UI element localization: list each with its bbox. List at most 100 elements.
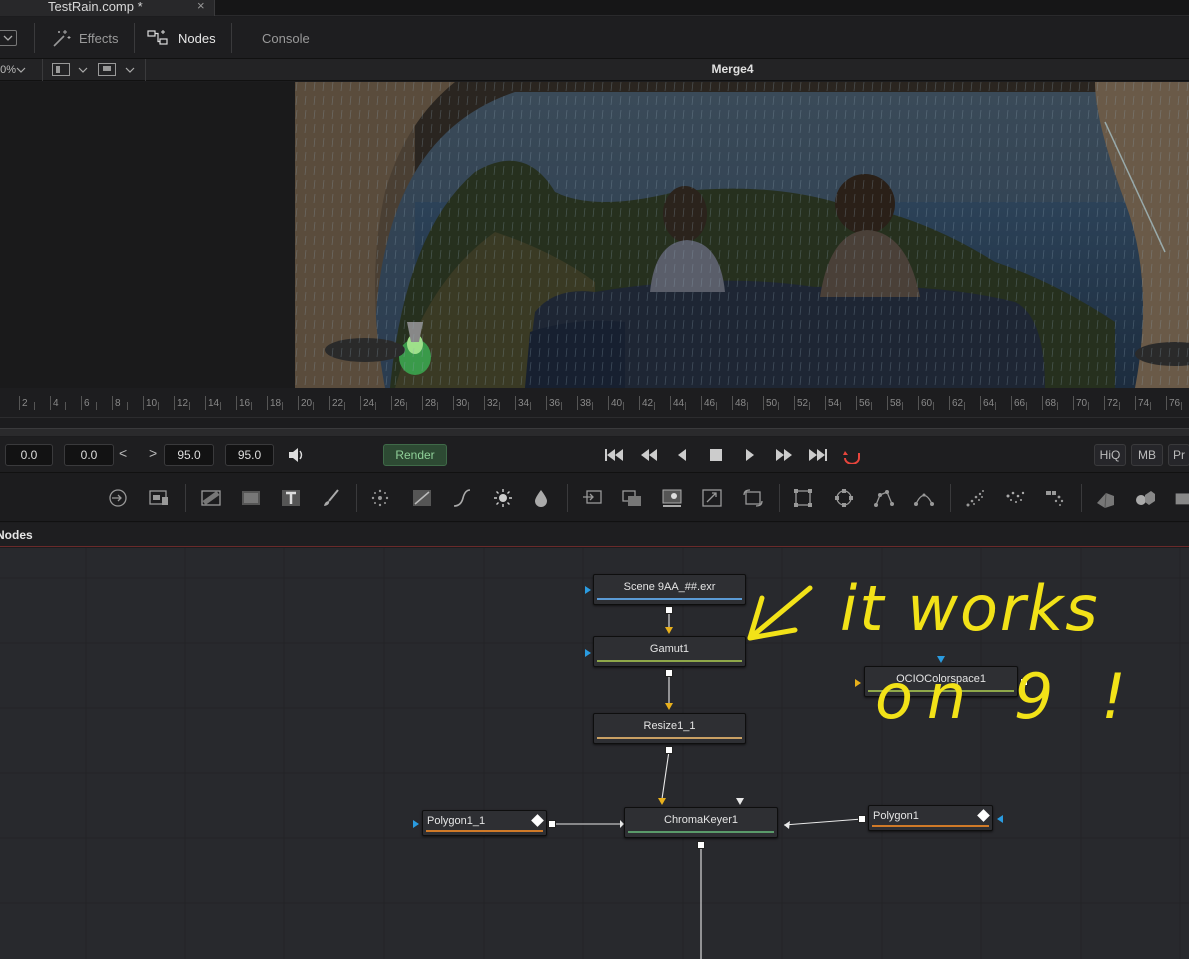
- paint-tool-icon[interactable]: [318, 486, 344, 510]
- panel-menu-icon[interactable]: [0, 30, 17, 46]
- node-gamut[interactable]: Gamut1: [593, 636, 746, 667]
- background-tool-icon[interactable]: [105, 486, 131, 510]
- console-button[interactable]: Console: [262, 17, 310, 59]
- mb-button[interactable]: MB: [1131, 444, 1163, 466]
- matte-control-icon[interactable]: [528, 486, 554, 510]
- chevron-right-icon[interactable]: >: [149, 445, 157, 461]
- ruler-minor-tick: [189, 402, 190, 410]
- blur-tool-icon[interactable]: [367, 486, 393, 510]
- transform-tool-icon[interactable]: [740, 486, 766, 510]
- node-editor[interactable]: Scene 9AA_##.exr Gamut1 Resize1_1 Chroma…: [0, 548, 1189, 959]
- divider: [779, 484, 780, 512]
- node-color-bar: [872, 825, 989, 827]
- panel-splitter[interactable]: [0, 428, 1189, 436]
- ruler-tick: [50, 396, 51, 410]
- ruler-label: 8: [115, 398, 121, 409]
- ruler-label: 32: [487, 398, 499, 409]
- rectangle-mask-icon[interactable]: [790, 486, 816, 510]
- saver-tool-icon[interactable]: [619, 486, 645, 510]
- ruler-tick: [484, 396, 485, 410]
- ruler-tick: [267, 396, 268, 410]
- play-reverse-icon[interactable]: [675, 447, 689, 463]
- particle-render-icon[interactable]: [1002, 486, 1028, 510]
- ruler-label: 22: [332, 398, 344, 409]
- ruler-label: 42: [642, 398, 654, 409]
- node-polygon-right[interactable]: Polygon1: [868, 805, 993, 831]
- ruler-label: 58: [890, 398, 902, 409]
- output-port[interactable]: [548, 820, 556, 828]
- render-start-field[interactable]: 0.0: [64, 444, 114, 466]
- noise-tool-icon[interactable]: [238, 486, 264, 510]
- output-port[interactable]: [697, 841, 705, 849]
- ruler-label: 12: [177, 398, 189, 409]
- ruler-tick: [1135, 396, 1136, 410]
- speaker-icon[interactable]: [287, 447, 307, 463]
- divider: [356, 484, 357, 512]
- gradient-tool-icon[interactable]: [198, 486, 224, 510]
- viewer-tool-icon[interactable]: [659, 486, 685, 510]
- skip-to-start-icon[interactable]: [604, 447, 624, 463]
- effects-button[interactable]: Effects: [50, 17, 119, 59]
- loader-tool-icon[interactable]: [579, 486, 605, 510]
- loop-icon[interactable]: [841, 446, 863, 464]
- timeline-ruler[interactable]: 2 4 6 8 10 12 14 16 18 20 22 24 26 28 30 32 34 36 38 40 42 44…: [0, 388, 1189, 418]
- ruler-minor-tick: [840, 402, 841, 410]
- camera3d-icon[interactable]: [1172, 486, 1189, 510]
- ellipse-mask-icon[interactable]: [831, 486, 857, 510]
- ruler-minor-tick: [871, 402, 872, 410]
- nodes-panel-header: Nodes: [0, 523, 1189, 547]
- ruler-tick: [19, 396, 20, 410]
- ruler-minor-tick: [1181, 402, 1182, 410]
- play-icon[interactable]: [743, 447, 757, 463]
- ruler-minor-tick: [685, 402, 686, 410]
- nodes-button[interactable]: Nodes: [147, 17, 216, 59]
- viewer-image[interactable]: [295, 82, 1189, 388]
- ruler-label: 54: [828, 398, 840, 409]
- resize-tool-icon[interactable]: [699, 486, 725, 510]
- left-viewer[interactable]: [0, 82, 295, 388]
- ruler-tick: [546, 396, 547, 410]
- node-polygon-left[interactable]: Polygon1_1: [422, 810, 547, 836]
- particle-emitter-icon[interactable]: [962, 486, 988, 510]
- proxy-button[interactable]: Pr: [1168, 444, 1189, 466]
- global-end-field[interactable]: 95.0: [225, 444, 274, 466]
- color-curves-icon[interactable]: [449, 486, 475, 510]
- fast-forward-icon[interactable]: [774, 447, 794, 463]
- shape3d-icon[interactable]: [1092, 486, 1118, 510]
- ruler-minor-tick: [437, 402, 438, 410]
- text-tool-icon[interactable]: [278, 486, 304, 510]
- output-port[interactable]: [858, 815, 866, 823]
- ruler-tick: [1073, 396, 1074, 410]
- global-start-field[interactable]: 0.0: [5, 444, 53, 466]
- output-port[interactable]: [665, 669, 673, 677]
- node-loader[interactable]: Scene 9AA_##.exr: [593, 574, 746, 605]
- stop-icon[interactable]: [709, 447, 723, 463]
- merge-tool-icon[interactable]: [146, 486, 172, 510]
- close-icon[interactable]: ×: [197, 0, 205, 13]
- ruler-minor-tick: [1057, 402, 1058, 410]
- node-color-bar: [597, 598, 742, 600]
- ruler-tick: [639, 396, 640, 410]
- skip-to-end-icon[interactable]: [808, 447, 828, 463]
- brightness-icon[interactable]: [490, 486, 516, 510]
- output-port[interactable]: [665, 746, 673, 754]
- handwritten-annotation: it works on 9 !: [747, 572, 1126, 733]
- render-end-field[interactable]: 95.0: [164, 444, 214, 466]
- viewer-header: 50% Merge4: [0, 59, 1189, 81]
- chevron-left-icon[interactable]: <: [119, 445, 127, 461]
- bspline-mask-icon[interactable]: [911, 486, 937, 510]
- ruler-tick: [1166, 396, 1167, 410]
- merge3d-icon[interactable]: [1132, 486, 1158, 510]
- rewind-icon[interactable]: [639, 447, 659, 463]
- color-corrector-icon[interactable]: [409, 486, 435, 510]
- ruler-tick: [143, 396, 144, 410]
- render-button[interactable]: Render: [383, 444, 447, 466]
- output-port[interactable]: [665, 606, 673, 614]
- hiq-button[interactable]: HiQ: [1094, 444, 1126, 466]
- tab-testrain[interactable]: TestRain.comp * ×: [0, 0, 215, 16]
- node-resize[interactable]: Resize1_1: [593, 713, 746, 744]
- particle-stack-icon[interactable]: [1042, 486, 1068, 510]
- node-chromakeyer[interactable]: ChromaKeyer1: [624, 807, 778, 838]
- viewer-title: Merge4: [711, 62, 754, 76]
- polygon-mask-icon[interactable]: [871, 486, 897, 510]
